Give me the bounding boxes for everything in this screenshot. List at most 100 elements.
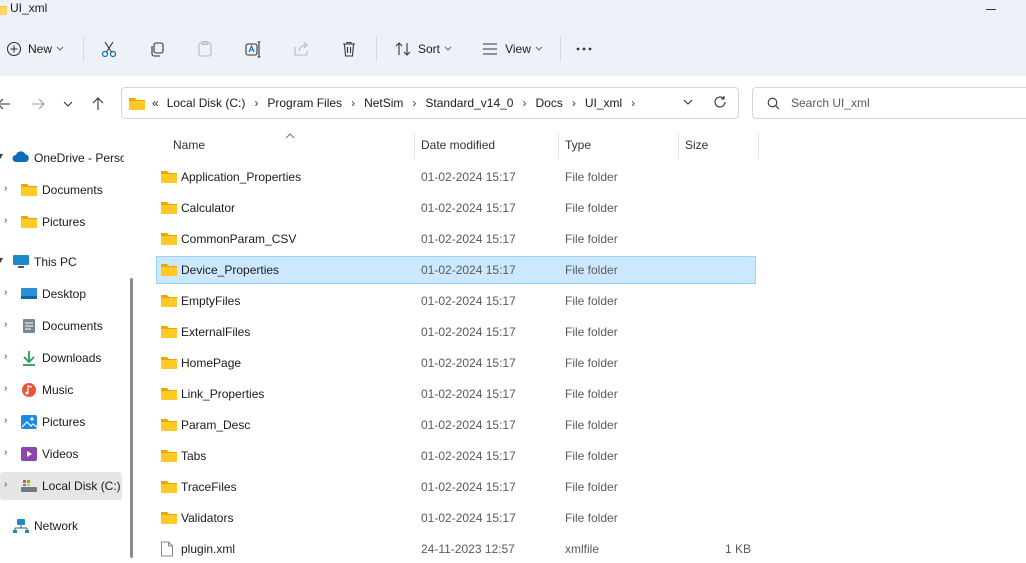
separator <box>83 36 84 62</box>
sidebar-scrollbar[interactable] <box>130 278 133 558</box>
scissors-icon <box>101 41 117 58</box>
chevron-right-icon[interactable]: › <box>254 96 258 110</box>
file-type: File folder <box>565 449 618 463</box>
chevron-right-icon[interactable]: › <box>412 96 416 110</box>
window-title: UI_xml <box>10 1 48 15</box>
sidebar-item-onedrive-pictures[interactable]: › Pictures <box>0 208 122 236</box>
chevron-right-icon[interactable]: › <box>631 96 635 110</box>
back-button[interactable] <box>0 92 14 116</box>
sidebar-item-onedrive[interactable]: ▾ OneDrive - Perso <box>0 144 124 172</box>
view-icon <box>483 43 498 55</box>
breadcrumb-item[interactable]: Local Disk (C:) <box>167 96 246 110</box>
file-row[interactable]: HomePage 01-02-2024 15:17 File folder <box>157 350 755 376</box>
cut-button[interactable] <box>96 22 122 76</box>
address-bar[interactable]: « Local Disk (C:) › Program Files › NetS… <box>121 87 739 119</box>
chevron-right-icon[interactable]: › <box>572 96 576 110</box>
share-icon <box>294 41 308 56</box>
chevron-right-icon[interactable]: › <box>4 479 7 490</box>
file-row[interactable]: TraceFiles 01-02-2024 15:17 File folder <box>157 474 755 500</box>
more-icon <box>576 47 592 51</box>
column-header-date[interactable]: Date modified <box>421 138 495 164</box>
chevron-down-icon <box>63 101 73 107</box>
refresh-button[interactable] <box>713 95 727 112</box>
forward-button[interactable] <box>28 92 48 116</box>
column-divider[interactable] <box>758 132 759 158</box>
address-dropdown-button[interactable] <box>682 96 694 111</box>
file-icon <box>160 541 174 560</box>
column-header-type[interactable]: Type <box>565 138 591 164</box>
more-options-button[interactable] <box>570 22 598 76</box>
sidebar-item-downloads[interactable]: › Downloads <box>0 344 122 372</box>
sidebar-item-music[interactable]: › Music <box>0 376 122 404</box>
column-divider[interactable] <box>558 132 559 158</box>
search-input[interactable] <box>791 94 1011 112</box>
file-row[interactable]: CommonParam_CSV 01-02-2024 15:17 File fold… <box>157 226 755 252</box>
chevron-right-icon[interactable]: › <box>4 383 7 394</box>
paste-button[interactable] <box>192 22 218 76</box>
file-row[interactable]: EmptyFiles 01-02-2024 15:17 File folder <box>157 288 755 314</box>
sidebar-item-onedrive-documents[interactable]: › Documents <box>0 176 122 204</box>
sidebar-item-network[interactable]: Network <box>0 512 122 540</box>
chevron-right-icon[interactable]: › <box>4 183 7 194</box>
search-box[interactable] <box>752 87 1026 119</box>
file-row[interactable]: Link_Properties 01-02-2024 15:17 File fold… <box>157 381 755 407</box>
column-divider[interactable] <box>414 132 415 158</box>
breadcrumb-item[interactable]: NetSim <box>364 96 403 110</box>
breadcrumb-overflow[interactable]: « <box>152 96 159 110</box>
breadcrumb-item[interactable]: Standard_v14_0 <box>425 96 513 110</box>
sidebar-item-videos[interactable]: › Videos <box>0 440 122 468</box>
breadcrumb-item[interactable]: Docs <box>535 96 562 110</box>
sidebar-item-desktop[interactable]: › Desktop <box>0 280 122 308</box>
file-name: Calculator <box>181 201 236 215</box>
column-header-name[interactable]: Name <box>173 138 205 164</box>
rename-button[interactable] <box>240 22 266 76</box>
sidebar-item-pictures[interactable]: › Pictures <box>0 408 122 436</box>
chevron-right-icon[interactable]: › <box>4 351 7 362</box>
view-button[interactable]: View <box>476 22 548 76</box>
file-row[interactable]: ExternalFiles 01-02-2024 15:17 File folder <box>157 319 755 345</box>
file-type: File folder <box>565 201 618 215</box>
sidebar-item-documents[interactable]: › Documents <box>0 312 122 340</box>
file-date-modified: 01-02-2024 15:17 <box>421 511 516 525</box>
file-name: Tabs <box>181 449 207 463</box>
chevron-right-icon[interactable]: › <box>4 287 7 298</box>
recent-locations-button[interactable] <box>58 92 78 116</box>
chevron-right-icon[interactable]: › <box>4 415 7 426</box>
breadcrumb-item[interactable]: Program Files <box>267 96 342 110</box>
sidebar-item-label: Network <box>34 519 79 533</box>
file-row[interactable]: Tabs 01-02-2024 15:17 File folder <box>157 443 755 469</box>
share-button[interactable] <box>288 22 314 76</box>
file-row[interactable]: plugin.xml 24-11-2023 12:57 xmlfile 1 KB <box>157 536 755 562</box>
file-row[interactable]: Device_Properties 01-02-2024 15:17 File fo… <box>156 256 756 284</box>
breadcrumb-item[interactable]: UI_xml <box>585 96 622 110</box>
delete-button[interactable] <box>336 22 362 76</box>
chevron-right-icon[interactable]: › <box>522 96 526 110</box>
folder-icon <box>160 231 178 249</box>
file-name: EmptyFiles <box>181 294 241 308</box>
folder-icon <box>160 417 178 435</box>
file-row[interactable]: Application_Properties 01-02-2024 15:17 Fi… <box>157 164 755 190</box>
folder-icon <box>160 200 178 218</box>
sort-button[interactable]: Sort <box>388 22 458 76</box>
sidebar-item-label: OneDrive - Perso <box>34 151 124 165</box>
file-row[interactable]: Param_Desc 01-02-2024 15:17 File folder <box>157 412 755 438</box>
column-divider[interactable] <box>678 132 679 158</box>
chevron-right-icon[interactable]: › <box>4 215 7 226</box>
chevron-right-icon[interactable]: › <box>4 447 7 458</box>
column-header-size[interactable]: Size <box>685 138 708 164</box>
file-row[interactable]: Calculator 01-02-2024 15:17 File folder <box>157 195 755 221</box>
sidebar-item-local-disk[interactable]: › Local Disk (C:) <box>0 472 122 500</box>
expand-arrow-icon[interactable]: ▾ <box>0 151 3 162</box>
new-button[interactable]: New <box>2 22 68 76</box>
drive-icon <box>20 478 38 497</box>
file-name: Device_Properties <box>181 263 280 277</box>
copy-button[interactable] <box>144 22 170 76</box>
chevron-right-icon[interactable]: › <box>4 319 7 330</box>
sidebar-item-this-pc[interactable]: ▾ This PC <box>0 248 122 276</box>
file-row[interactable]: Validators 01-02-2024 15:17 File folder <box>157 505 755 531</box>
expand-arrow-icon[interactable]: ▾ <box>0 255 3 266</box>
minimize-button[interactable] <box>986 9 996 10</box>
up-button[interactable] <box>88 92 108 116</box>
file-date-modified: 24-11-2023 12:57 <box>421 542 515 556</box>
chevron-right-icon[interactable]: › <box>351 96 355 110</box>
